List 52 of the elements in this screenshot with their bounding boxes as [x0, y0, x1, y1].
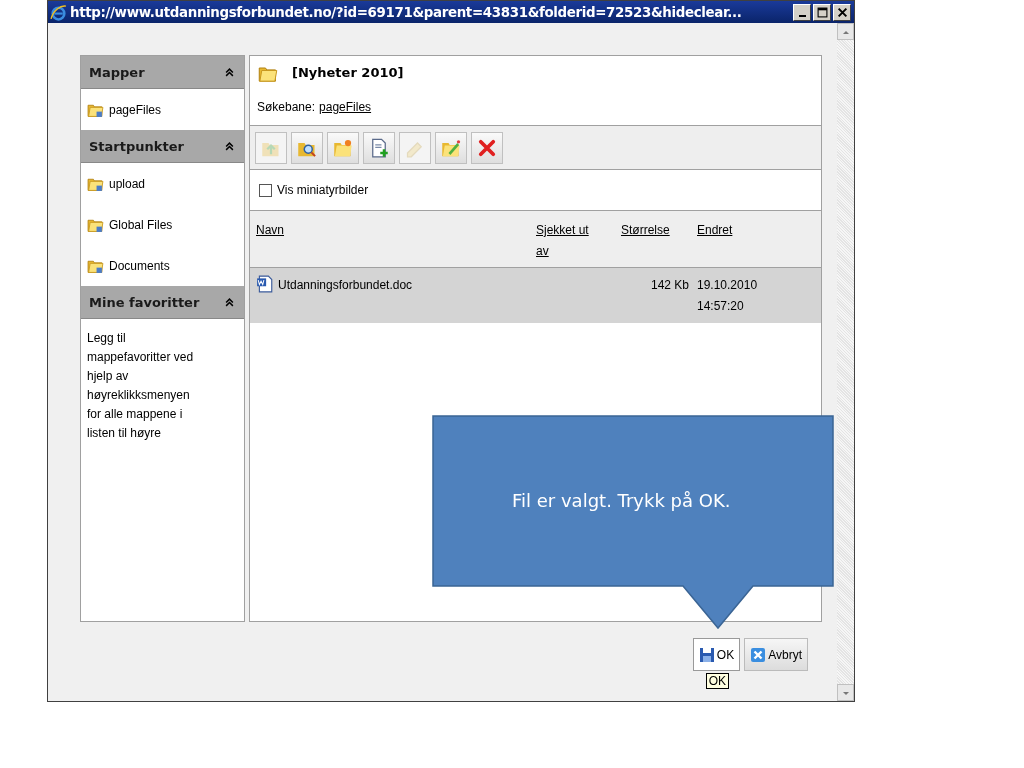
folder-item[interactable]: pageFiles	[109, 102, 162, 117]
path-label: Søkebane:	[257, 100, 316, 114]
column-header[interactable]: Endret	[697, 223, 733, 237]
ok-button[interactable]: OK	[692, 638, 741, 671]
document-icon	[256, 275, 274, 293]
section-header[interactable]: Mapper	[81, 56, 244, 89]
modified-time: 14:57:20	[697, 298, 745, 315]
folder-item[interactable]: Global Files	[109, 217, 173, 232]
tooltip: OK	[705, 673, 729, 689]
folder-icon	[333, 137, 353, 158]
folder-item[interactable]: Documents	[109, 258, 170, 273]
file-size: 142 Kb	[650, 278, 689, 292]
path-link[interactable]: pageFiles	[319, 100, 372, 114]
modified-date: 19.10.2010	[697, 277, 759, 294]
maximize-icon	[816, 6, 828, 18]
window-title: http://www.utdanningsforbundet.no/?id=69171&parent=43831&folderid=72523&hideclear...	[70, 4, 743, 20]
browser-icon	[50, 3, 67, 21]
new-file-button[interactable]	[363, 131, 395, 164]
section-title: Mine favoritter	[89, 294, 200, 310]
minimize-button[interactable]	[793, 3, 811, 21]
close-icon	[836, 6, 848, 18]
folder-pencil-icon	[441, 137, 461, 158]
delete-icon	[477, 137, 497, 158]
section-header[interactable]: Mine favoritter	[81, 286, 244, 319]
hint-text: Legg til mappefavoritter ved hjelp av høyreklikksmenyen for alle mappene i listen til høyre	[86, 330, 195, 442]
minimize-icon	[798, 14, 806, 17]
cancel-button[interactable]: Avbryt	[744, 638, 808, 671]
section-title: Startpunkter	[89, 138, 184, 154]
save-icon	[698, 646, 715, 663]
file-row[interactable]: Utdanningsforbundet.doc 142 Kb 19.10.2010 14:57:20	[250, 268, 821, 323]
callout-text: Fil er valgt. Trykk på OK.	[512, 490, 731, 511]
column-header[interactable]: Sjekket ut av	[536, 220, 600, 262]
edit-button[interactable]	[435, 131, 467, 164]
section-title: Mapper	[89, 64, 145, 80]
collapse-icon[interactable]	[225, 297, 234, 307]
folder-title: [Nyheter 2010]	[292, 65, 404, 80]
column-header[interactable]: Navn	[256, 220, 284, 241]
collapse-icon[interactable]	[225, 141, 234, 151]
file-name: Utdanningsforbundet.doc	[278, 277, 413, 294]
new-file-icon	[369, 137, 389, 158]
cancel-icon	[750, 646, 767, 663]
collapse-icon[interactable]	[225, 67, 234, 77]
column-header[interactable]: Størrelse	[621, 223, 670, 237]
checkbox[interactable]	[259, 183, 272, 197]
close-button[interactable]	[833, 3, 851, 21]
checkbox-label: Vis miniatyrbilder	[277, 183, 369, 197]
section-header[interactable]: Startpunkter	[81, 130, 244, 163]
search-button[interactable]	[291, 131, 323, 164]
folder-item[interactable]: upload	[109, 176, 146, 191]
maximize-button[interactable]	[813, 3, 831, 21]
new-folder-button[interactable]	[327, 131, 359, 164]
delete-button[interactable]	[471, 131, 503, 164]
